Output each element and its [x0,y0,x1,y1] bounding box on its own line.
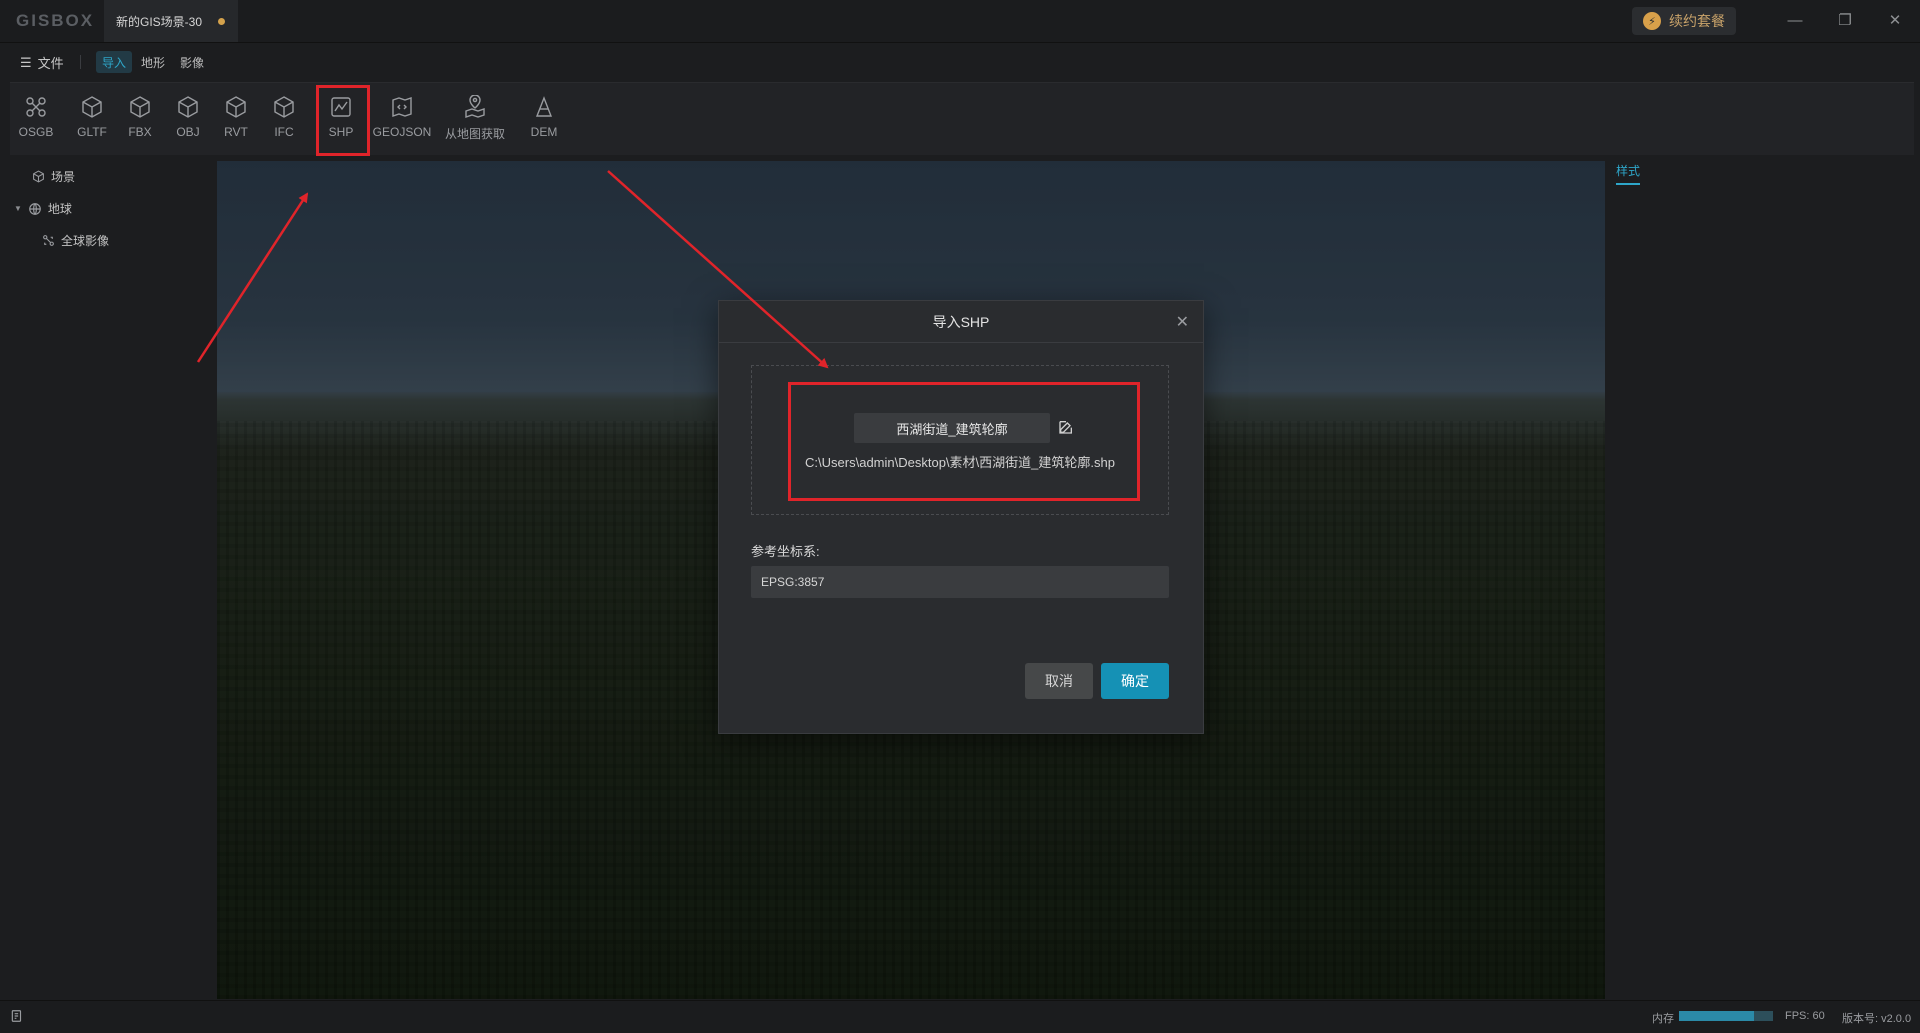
tab-terrain[interactable]: 地形 [135,51,171,73]
tree-item-global-imagery[interactable]: 全球影像 [42,232,109,249]
properties-panel: 样式 [1606,156,1920,998]
cube-icon [226,96,246,118]
tool-dem[interactable]: DEM [520,87,568,149]
crs-label: 参考坐标系: [751,544,820,559]
version-label: 版本号: v2.0.0 [1842,1013,1912,1025]
tool-obj[interactable]: OBJ [164,87,212,149]
osgb-icon [26,97,46,117]
tree-item-earth[interactable]: ▼ 地球 [14,200,72,217]
shp-highlight-box [316,85,370,156]
tab-import[interactable]: 导入 [96,51,133,73]
tool-label: RVT [224,125,248,139]
tool-ifc[interactable]: IFC [260,87,308,149]
caret-down-icon[interactable]: ▼ [14,204,22,213]
status-bar: 内存 FPS: 60 版本号: v2.0.0 [0,1000,1920,1033]
geojson-icon [392,97,412,117]
document-tab-label: 新的GIS场景-30 [116,14,203,29]
tree-item-label: 全球影像 [61,234,110,248]
tool-label: GLTF [77,125,107,139]
dem-icon [535,96,553,117]
import-toolbar: OSGB GLTF FBX OBJ RVT IFC SHP GEOJSON 从地… [10,82,1914,155]
map-pin-icon [465,95,485,118]
tool-fbx[interactable]: FBX [116,87,164,149]
close-window-icon[interactable]: ✕ [1880,8,1910,32]
tool-geojson[interactable]: GEOJSON [373,87,431,149]
renew-button[interactable]: ⚡ 续约套餐 [1632,7,1736,35]
tool-label: 从地图获取 [444,127,505,141]
app-logo: GISBOX [16,11,95,30]
globe-icon [29,202,41,215]
tool-label: DEM [530,125,558,139]
cancel-button[interactable]: 取消 [1025,663,1093,699]
restore-icon[interactable]: ❐ [1830,8,1860,32]
scene-tree-panel: 场景 ▼ 地球 全球影像 [0,156,217,998]
tool-label: GEOJSON [372,125,432,139]
dialog-header: 导入SHP [719,301,1203,343]
fps-readout: FPS: 60 [1785,1010,1825,1022]
tool-label: OSGB [18,125,54,139]
tool-label: FBX [128,125,152,139]
memory-label: 内存 [1652,1013,1674,1025]
tool-label: IFC [274,125,294,139]
minimize-icon[interactable]: — [1780,8,1810,32]
tree-item-label: 地球 [47,202,72,216]
menu-bar: ☰ 文件 导入 地形 影像 [0,43,1920,79]
hamburger-icon: ☰ [20,54,32,70]
document-tab[interactable]: 新的GIS场景-30 [104,0,238,42]
tool-gltf[interactable]: GLTF [68,87,116,149]
title-bar: GISBOX 新的GIS场景-30 ⚡ 续约套餐 — ❐ ✕ [0,0,1920,43]
renew-label: 续约套餐 [1669,13,1725,29]
imagery-icon [43,235,54,246]
tab-style[interactable]: 样式 [1616,162,1641,185]
tree-item-scene[interactable]: 场景 [32,168,75,185]
close-icon[interactable]: ✕ [1176,312,1189,332]
file-menu-label: 文件 [37,56,64,71]
file-highlight-box [788,382,1140,501]
bolt-icon: ⚡ [1643,12,1661,30]
tree-item-label: 场景 [51,170,76,184]
file-menu[interactable]: ☰ 文件 [20,53,64,72]
tab-imagery[interactable]: 影像 [174,51,210,73]
cube-icon [82,96,102,118]
cube-icon [178,96,198,118]
tool-rvt[interactable]: RVT [212,87,260,149]
menu-divider [80,55,81,69]
import-shp-dialog: 导入SHP ✕ 西湖街道_建筑轮廓 C:\Users\admin\Desktop… [718,300,1204,734]
tool-from-map[interactable]: 从地图获取 [440,87,510,149]
dialog-title: 导入SHP [932,313,990,330]
memory-bar [1679,1011,1773,1021]
memory-fill [1679,1011,1755,1021]
crs-input[interactable]: EPSG:3857 [751,566,1169,598]
cube-icon [274,96,294,118]
confirm-button[interactable]: 确定 [1101,663,1169,699]
cube-icon [130,96,150,118]
cube-icon [33,170,44,183]
unsaved-dot-icon [218,17,226,25]
log-icon[interactable] [10,1009,24,1023]
tool-label: OBJ [176,125,200,139]
tool-osgb[interactable]: OSGB [12,87,60,149]
